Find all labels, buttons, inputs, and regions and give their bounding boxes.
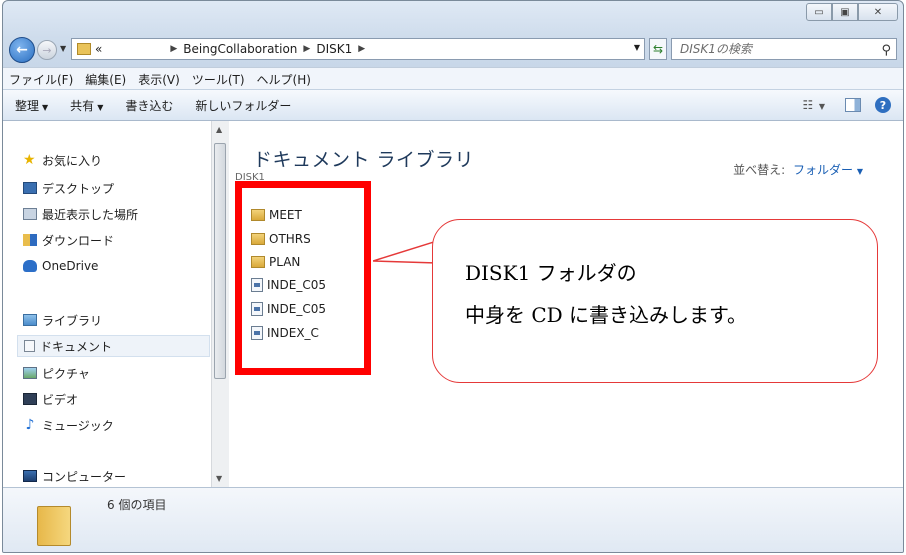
explorer-window: ▭ ▣ ✕ ← → ▼ « ▶ BeingCollaboration ▶ DIS… — [2, 0, 904, 553]
chevron-right-icon[interactable]: ▶ — [358, 44, 365, 54]
callout-line-2: 中身を CD に書き込みします。 — [465, 303, 748, 327]
help-icon[interactable]: ? — [875, 97, 891, 113]
chevron-down-icon: ▼ — [97, 102, 104, 112]
chevron-right-icon[interactable]: ▶ — [303, 44, 310, 54]
forward-arrow-icon: → — [42, 43, 52, 57]
folder-icon — [77, 43, 91, 55]
back-button[interactable]: ← — [9, 37, 35, 63]
video-icon — [23, 393, 37, 405]
nav-onedrive[interactable]: OneDrive — [23, 255, 98, 277]
nav-videos[interactable]: ビデオ — [23, 388, 78, 410]
breadcrumb-segment-disk1[interactable]: DISK1 — [316, 42, 352, 56]
details-pane: 6 個の項目 — [3, 487, 903, 552]
downloads-icon — [23, 234, 37, 246]
nav-documents[interactable]: ドキュメント — [17, 335, 210, 357]
menu-tools[interactable]: ツール(T) — [192, 71, 245, 88]
new-folder-button[interactable]: 新しいフォルダー — [195, 97, 291, 114]
menu-file[interactable]: ファイル(F) — [9, 71, 73, 88]
menu-bar: ファイル(F) 編集(E) 表示(V) ツール(T) ヘルプ(H) — [3, 67, 903, 90]
nav-scrollbar[interactable]: ▲ ▼ — [211, 121, 229, 487]
forward-button[interactable]: → — [37, 40, 57, 60]
address-bar[interactable]: « ▶ BeingCollaboration ▶ DISK1 ▶ ▼ — [71, 38, 645, 60]
nav-favorites-label: お気に入り — [42, 153, 103, 168]
maximize-button[interactable]: ▣ — [832, 3, 858, 21]
close-button[interactable]: ✕ — [858, 3, 898, 21]
address-dropdown-icon[interactable]: ▼ — [634, 43, 640, 52]
library-icon — [23, 314, 37, 326]
menu-help[interactable]: ヘルプ(H) — [257, 71, 311, 88]
nav-documents-label: ドキュメント — [40, 339, 113, 354]
sort-control[interactable]: 並べ替え: フォルダー ▼ — [733, 161, 863, 178]
nav-onedrive-label: OneDrive — [42, 259, 99, 273]
views-button[interactable]: ☷ ▼ — [803, 98, 825, 112]
nav-pictures-label: ピクチャ — [42, 366, 90, 381]
scroll-down-icon[interactable]: ▼ — [216, 474, 222, 483]
nav-desktop[interactable]: デスクトップ — [23, 177, 114, 199]
search-icon[interactable]: ⚲ — [881, 41, 891, 61]
toolbar-right: ☷ ▼ ? — [803, 97, 891, 113]
address-row: ← → ▼ « ▶ BeingCollaboration ▶ DISK1 ▶ ▼… — [9, 37, 897, 63]
sort-label: 並べ替え: — [733, 163, 786, 177]
folder-icon — [37, 506, 71, 546]
callout-tail — [373, 240, 437, 264]
recent-pages-dropdown-icon[interactable]: ▼ — [60, 44, 66, 53]
search-input[interactable]: DISK1の検索 ⚲ — [671, 38, 897, 60]
chevron-down-icon: ▼ — [856, 167, 863, 176]
highlight-frame — [235, 181, 371, 375]
back-arrow-icon: ← — [16, 42, 28, 58]
refresh-icon: ⇆ — [652, 42, 664, 56]
organize-label: 整理 — [15, 98, 40, 113]
computer-icon — [23, 470, 37, 482]
callout-line-1: DISK1 フォルダの — [465, 261, 637, 285]
nav-favorites[interactable]: ★ お気に入り — [23, 149, 102, 171]
star-icon: ★ — [23, 152, 36, 168]
picture-icon — [23, 367, 37, 379]
cloud-icon — [23, 260, 37, 272]
nav-recent-places[interactable]: 最近表示した場所 — [23, 203, 138, 225]
chevron-right-icon[interactable]: ▶ — [170, 44, 177, 54]
navigation-pane: ★ お気に入り デスクトップ 最近表示した場所 ダウンロード OneDrive … — [3, 121, 211, 487]
command-toolbar: 整理 ▼ 共有 ▼ 書き込む 新しいフォルダー ☷ ▼ ? — [3, 89, 903, 121]
nav-downloads-label: ダウンロード — [42, 233, 115, 248]
chevron-down-icon: ▼ — [42, 102, 49, 112]
share-button[interactable]: 共有 ▼ — [70, 97, 103, 114]
share-label: 共有 — [70, 98, 95, 113]
nav-music-label: ミュージック — [42, 418, 114, 433]
preview-pane-icon[interactable] — [845, 98, 861, 112]
organize-button[interactable]: 整理 ▼ — [15, 97, 48, 114]
address-overflow[interactable]: « — [95, 42, 102, 56]
music-icon: ♪ — [25, 417, 35, 433]
nav-computer-label: コンピューター — [42, 469, 127, 484]
refresh-button[interactable]: ⇆ — [649, 38, 667, 60]
sort-value: フォルダー — [793, 163, 854, 177]
file-list-pane: ドキュメント ライブラリ DISK1 並べ替え: フォルダー ▼ MEET OT… — [229, 121, 903, 487]
nav-desktop-label: デスクトップ — [42, 181, 115, 196]
window-controls: ▭ ▣ ✕ — [806, 3, 898, 21]
recent-places-icon — [23, 208, 37, 220]
scroll-up-icon[interactable]: ▲ — [216, 125, 222, 134]
item-count: 6 個の項目 — [107, 498, 167, 512]
nav-libraries[interactable]: ライブラリ — [23, 309, 102, 331]
nav-recent-label: 最近表示した場所 — [42, 207, 139, 222]
nav-libraries-label: ライブラリ — [42, 313, 103, 328]
document-icon — [24, 340, 35, 352]
minimize-button[interactable]: ▭ — [806, 3, 832, 21]
scroll-thumb[interactable] — [214, 143, 226, 379]
search-placeholder: DISK1の検索 — [680, 42, 752, 56]
nav-videos-label: ビデオ — [42, 392, 79, 407]
desktop-icon — [23, 182, 37, 194]
nav-downloads[interactable]: ダウンロード — [23, 229, 114, 251]
burn-button[interactable]: 書き込む — [125, 97, 173, 114]
nav-music[interactable]: ♪ ミュージック — [23, 414, 114, 436]
library-title: ドキュメント ライブラリ — [253, 149, 475, 171]
chevron-down-icon: ▼ — [816, 102, 825, 111]
menu-view[interactable]: 表示(V) — [138, 71, 180, 88]
nav-computer[interactable]: コンピューター — [23, 465, 126, 487]
breadcrumb-segment-beingcollaboration[interactable]: BeingCollaboration — [183, 42, 297, 56]
menu-edit[interactable]: 編集(E) — [85, 71, 126, 88]
views-icon: ☷ — [802, 98, 814, 112]
nav-pictures[interactable]: ピクチャ — [23, 362, 90, 384]
